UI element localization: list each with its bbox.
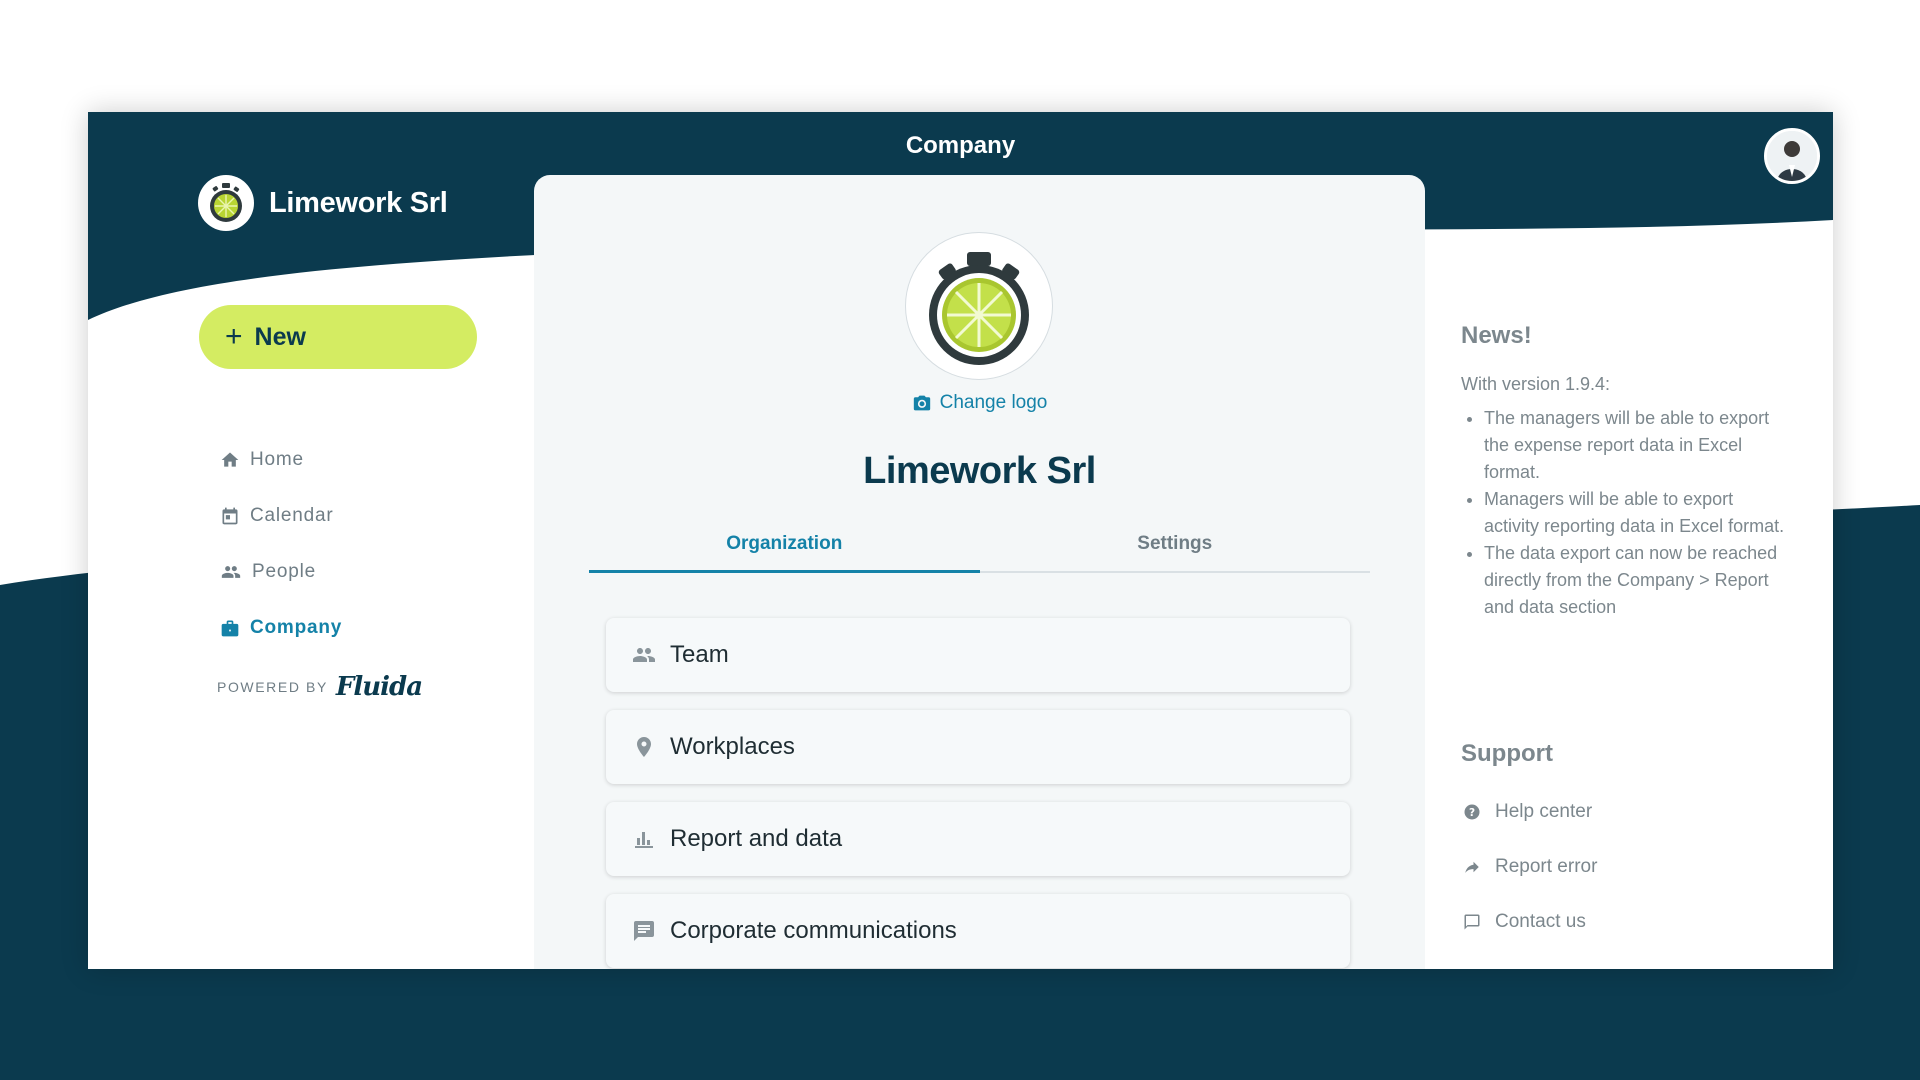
people-icon xyxy=(633,648,655,662)
sidebar-item-calendar[interactable]: Calendar xyxy=(220,488,342,544)
list-item-corporate-communications[interactable]: Corporate communications xyxy=(606,894,1350,968)
sidebar-item-home[interactable]: Home xyxy=(220,432,342,488)
support-item-contact-us[interactable]: Contact us xyxy=(1461,894,1597,949)
list-item-team[interactable]: Team xyxy=(606,618,1350,692)
company-logo xyxy=(905,232,1053,380)
home-icon xyxy=(221,452,239,467)
powered-by-label: POWERED BY xyxy=(217,679,328,695)
sidebar-item-label: People xyxy=(252,561,316,582)
support-title: Support xyxy=(1461,740,1553,767)
sidebar-item-company[interactable]: Company xyxy=(220,600,342,656)
avatar-image xyxy=(1767,131,1817,181)
bar-chart-icon xyxy=(635,832,653,848)
news-item: The data export can now be reached direc… xyxy=(1484,540,1791,621)
news-intro: With version 1.9.4: xyxy=(1461,374,1611,394)
new-button-label: New xyxy=(254,322,306,351)
help-icon: ? xyxy=(1464,804,1480,819)
chat-icon xyxy=(1464,914,1480,929)
fluida-logo[interactable]: Fluida xyxy=(336,672,423,702)
list-item-label: Team xyxy=(670,641,729,668)
brand-logo-icon xyxy=(198,175,254,231)
stopwatch-lime-icon xyxy=(929,252,1029,365)
support-item-label: Report error xyxy=(1495,855,1598,877)
support-item-label: Contact us xyxy=(1495,910,1586,932)
tab-settings[interactable]: Settings xyxy=(980,527,1371,571)
news-item: Managers will be able to export activity… xyxy=(1484,486,1791,540)
company-name: Limework Srl xyxy=(863,450,1096,492)
page-title: Company xyxy=(905,132,1016,159)
change-logo-label: Change logo xyxy=(939,392,1048,413)
support-item-report-error[interactable]: Report error xyxy=(1461,839,1597,894)
list-item-label: Corporate communications xyxy=(670,917,957,944)
sidebar-item-label: Company xyxy=(250,617,343,638)
app-window: Company Limework Srl + New Home Calendar… xyxy=(88,112,1833,969)
news-item: The managers will be able to export the … xyxy=(1484,405,1791,486)
message-icon xyxy=(634,921,654,941)
news-list: The managers will be able to export the … xyxy=(1484,405,1791,621)
people-icon xyxy=(221,566,241,578)
tab-organization[interactable]: Organization xyxy=(589,527,980,573)
list-item-workplaces[interactable]: Workplaces xyxy=(606,710,1350,784)
company-card: Change logo Limework Srl Organization Se… xyxy=(534,175,1425,969)
svg-text:?: ? xyxy=(1469,806,1475,818)
calendar-icon xyxy=(222,507,238,525)
camera-icon xyxy=(913,395,930,411)
company-tabs: Organization Settings xyxy=(589,527,1370,573)
list-item-label: Report and data xyxy=(670,825,843,852)
powered-by: POWERED BY Fluida xyxy=(217,672,423,702)
support-item-label: Help center xyxy=(1495,800,1593,822)
share-arrow-icon xyxy=(1465,861,1479,873)
list-item-report-data[interactable]: Report and data xyxy=(606,802,1350,876)
user-avatar[interactable] xyxy=(1764,128,1820,184)
change-logo-link[interactable]: Change logo xyxy=(534,392,1425,414)
list-item-label: Workplaces xyxy=(670,733,795,760)
support-list: ? Help center Report error Contact us xyxy=(1461,784,1597,949)
sidebar-item-label: Calendar xyxy=(250,505,334,526)
brand-name: Limework Srl xyxy=(269,186,448,219)
new-button[interactable]: + New xyxy=(199,305,477,369)
sidebar-item-people[interactable]: People xyxy=(220,544,342,600)
company-sections: Team Workplaces Report and data Corporat… xyxy=(606,618,1350,969)
support-item-help-center[interactable]: ? Help center xyxy=(1461,784,1597,839)
news-title: News! xyxy=(1461,322,1532,349)
brand: Limework Srl xyxy=(198,175,448,231)
briefcase-icon xyxy=(221,620,239,637)
plus-icon: + xyxy=(225,320,243,353)
location-pin-icon xyxy=(637,737,651,757)
sidebar-nav: Home Calendar People Company xyxy=(220,432,342,656)
news-panel: News! With version 1.9.4: The managers w… xyxy=(1461,322,1791,621)
sidebar-item-label: Home xyxy=(250,449,304,470)
